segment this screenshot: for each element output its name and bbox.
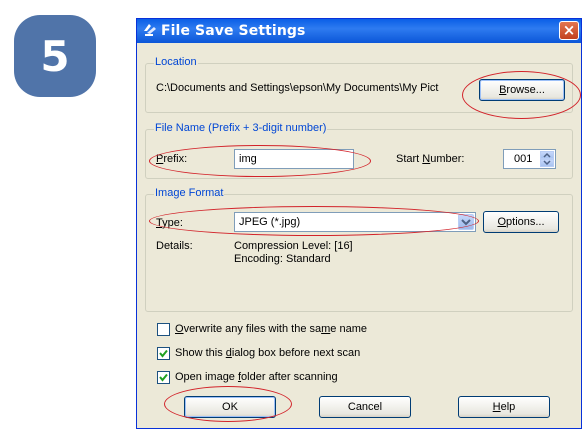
options-button[interactable]: Options... [483,211,559,233]
scanner-app-icon [144,24,156,36]
cancel-button[interactable]: Cancel [319,396,411,418]
overwrite-label: Overwrite any files with the same name [175,323,367,335]
step-number-badge: 5 [14,15,96,97]
type-highlight-ellipse [149,206,479,236]
checkmark-icon [159,373,168,382]
ok-highlight-ellipse [164,386,292,422]
image-format-legend: Image Format [154,187,225,199]
close-icon: × [562,21,576,39]
start-number-stepper[interactable]: 001 [503,149,556,169]
dialog-title: File Save Settings [161,23,306,39]
compression-level-text: Compression Level: [16] [234,240,353,252]
location-path: C:\Documents and Settings\epson\My Docum… [156,82,439,94]
start-number-label: Start Number: [396,153,465,165]
overwrite-checkbox-row[interactable]: Overwrite any files with the same name [157,322,457,337]
open-folder-checkbox-row[interactable]: Open image folder after scanning [157,370,457,385]
open-folder-checkbox[interactable] [157,371,170,384]
location-legend: Location [154,56,198,68]
show-dialog-checkbox[interactable] [157,347,170,360]
filename-legend: File Name (Prefix + 3-digit number) [154,122,328,134]
spin-buttons[interactable] [540,151,554,167]
overwrite-checkbox[interactable] [157,323,170,336]
show-dialog-checkbox-row[interactable]: Show this dialog box before next scan [157,346,457,361]
prefix-highlight-ellipse [149,145,371,177]
details-label: Details: [156,240,193,252]
spin-up-icon[interactable] [540,151,554,159]
encoding-text: Encoding: Standard [234,253,331,265]
spin-down-icon[interactable] [540,159,554,167]
close-button[interactable]: × [559,21,579,40]
browse-highlight-ellipse [462,71,581,119]
open-folder-label: Open image folder after scanning [175,371,338,383]
help-button[interactable]: Help [458,396,550,418]
checkmark-icon [159,349,168,358]
step-number: 5 [40,31,70,81]
title-bar[interactable]: File Save Settings × [137,19,581,43]
show-dialog-label: Show this dialog box before next scan [175,347,361,359]
